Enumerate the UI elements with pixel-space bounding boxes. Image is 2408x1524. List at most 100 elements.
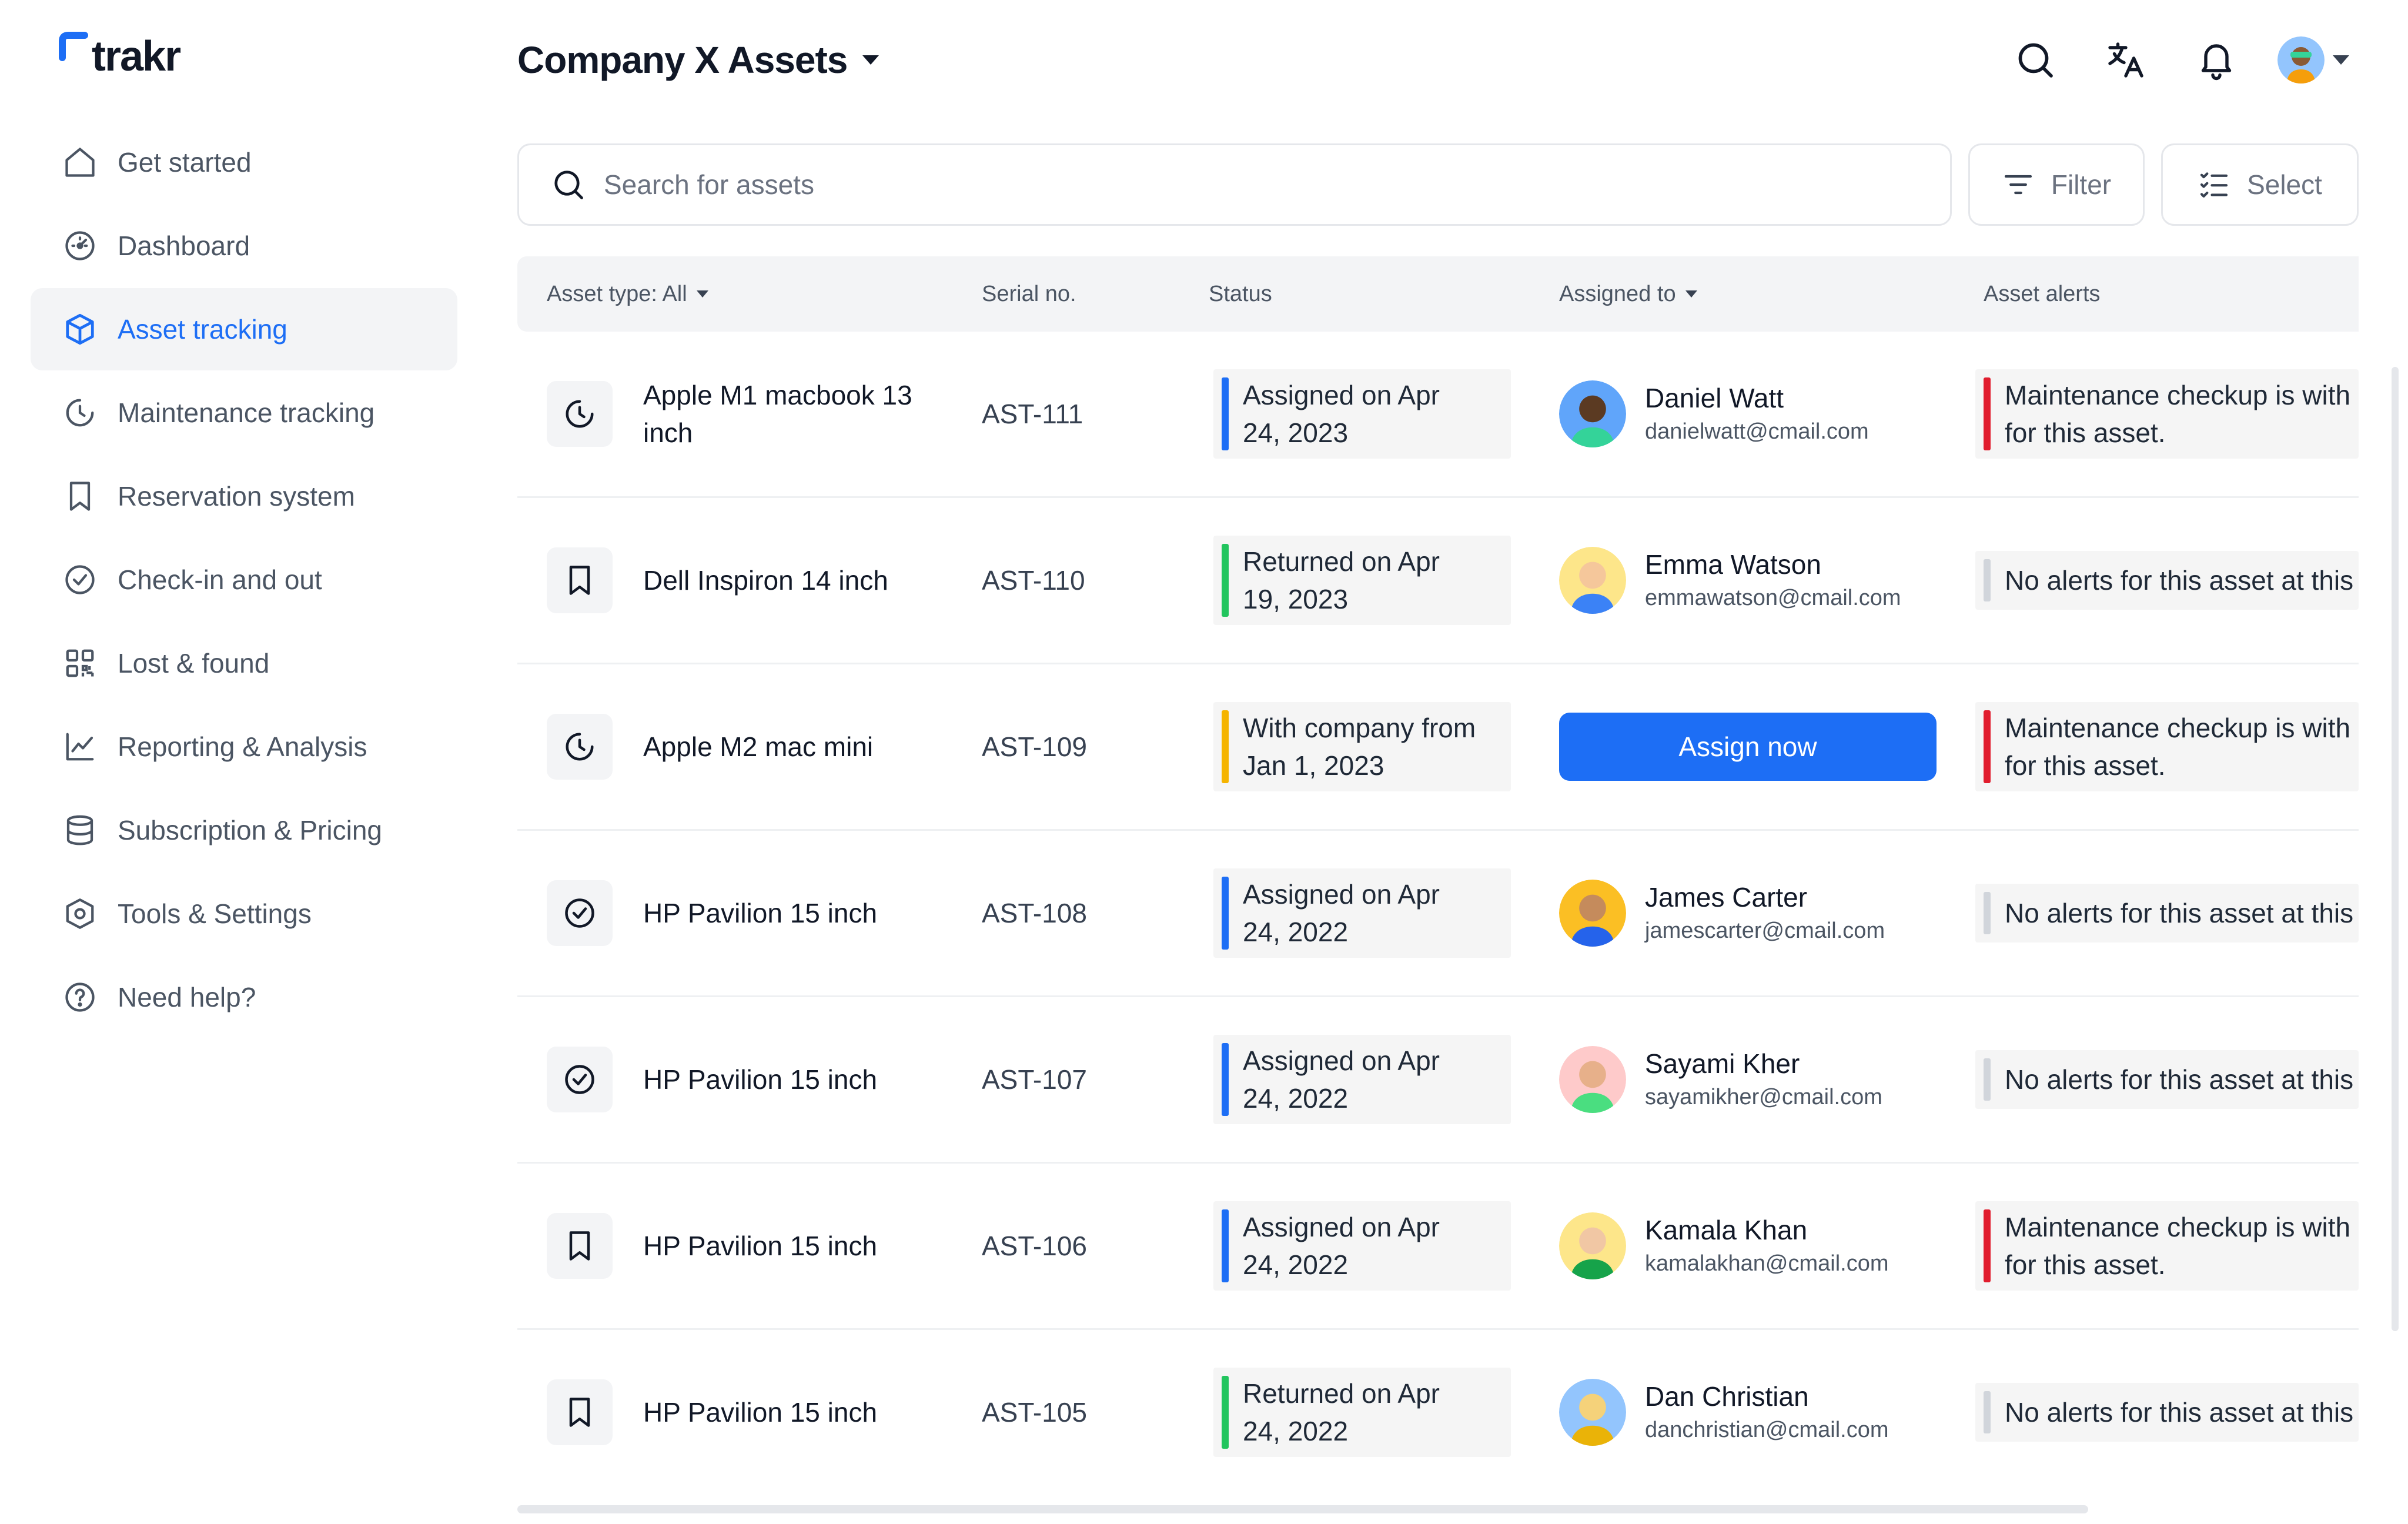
assignee[interactable]: James Carter jamescarter@cmail.com [1559,880,1885,947]
sidebar-item-need-help[interactable]: Need help? [31,956,457,1038]
user-menu[interactable] [2277,36,2349,83]
status-text: Assigned on Apr 24, 2022 [1243,1045,1440,1114]
sidebar-item-asset-tracking[interactable]: Asset tracking [31,288,457,370]
asset-type-badge[interactable] [547,547,613,613]
checklist-icon [2200,172,2228,198]
assignee-email: danielwatt@cmail.com [1645,419,1869,444]
vertical-scrollbar[interactable] [2392,367,2399,1331]
asset-name[interactable]: Dell Inspiron 14 inch [643,562,937,599]
assignee-email: jamescarter@cmail.com [1645,918,1885,943]
assignee[interactable]: Kamala Khan kamalakhan@cmail.com [1559,1212,1889,1279]
translate-button[interactable] [2096,31,2155,89]
asset-cell: Apple M1 macbook 13 inch [547,332,937,496]
search-box[interactable] [517,143,1952,226]
serial-cell: AST-110 [982,498,1085,663]
assignee-email: emmawatson@cmail.com [1645,586,1901,610]
workspace-switcher[interactable]: Company X Assets [517,35,879,85]
asset-name[interactable]: HP Pavilion 15 inch [643,1227,937,1265]
status-indicator [1222,544,1229,617]
table-row[interactable]: HP Pavilion 15 inch AST-108 Assigned on … [517,831,2359,997]
sidebar-item-label: Lost & found [118,648,270,679]
asset-name[interactable]: HP Pavilion 15 inch [643,1061,937,1098]
sidebar-item-tools-settings[interactable]: Tools & Settings [31,873,457,955]
sidebar-item-get-started[interactable]: Get started [31,121,457,203]
status-indicator [1222,1043,1229,1116]
sidebar-item-label: Reservation system [118,481,355,512]
table-row[interactable]: HP Pavilion 15 inch AST-106 Assigned on … [517,1164,2359,1330]
alert-cell: No alerts for this asset at this [1975,831,2359,995]
assignee[interactable]: Sayami Kher sayamikher@cmail.com [1559,1046,1882,1113]
asset-name[interactable]: HP Pavilion 15 inch [643,1393,937,1431]
bell-icon [2201,44,2232,81]
assignee[interactable]: Emma Watson emmawatson@cmail.com [1559,547,1901,614]
column-header-serial-label: Serial no. [982,281,1076,306]
assign-now-button[interactable]: Assign now [1559,713,1937,781]
sidebar-item-reporting[interactable]: Reporting & Analysis [31,706,457,788]
assignee[interactable]: Dan Christian danchristian@cmail.com [1559,1379,1889,1446]
assignee-email: sayamikher@cmail.com [1645,1085,1882,1109]
sidebar-item-dashboard[interactable]: Dashboard [31,205,457,287]
select-button[interactable]: Select [2161,143,2359,226]
status-cell: Assigned on Apr 24, 2022 [1213,831,1511,995]
sidebar-item-check-in-out[interactable]: Check-in and out [31,539,457,621]
asset-type-badge[interactable] [547,1379,613,1445]
sidebar-item-maintenance-tracking[interactable]: Maintenance tracking [31,372,457,454]
assigned-cell: Daniel Watt danielwatt@cmail.com [1559,332,1869,496]
table-row[interactable]: Apple M1 macbook 13 inch AST-111 Assigne… [517,332,2359,498]
status-badge: Returned on Apr 19, 2023 [1213,536,1511,625]
gauge-icon [65,231,95,260]
alert-badge: No alerts for this asset at this [1975,551,2359,610]
assignee-name: Emma Watson [1645,549,1821,580]
alert-text: No alerts for this asset at this [2005,1064,2354,1095]
alert-badge: No alerts for this asset at this [1975,884,2359,943]
asset-type-badge[interactable] [547,714,613,780]
sidebar-item-lost-found[interactable]: Lost & found [31,622,457,704]
alert-indicator [1984,559,1991,601]
status-text: Returned on Apr 19, 2023 [1243,546,1440,614]
check-circle-icon [565,898,594,928]
page-title: Company X Assets [517,39,848,81]
alert-cell: No alerts for this asset at this [1975,1330,2359,1495]
header-search-button[interactable] [2006,31,2065,89]
asset-name[interactable]: Apple M2 mac mini [643,728,937,766]
asset-type-badge[interactable] [547,1047,613,1112]
qr-code-icon [66,649,94,677]
status-badge: Assigned on Apr 24, 2023 [1213,369,1511,459]
search-input[interactable] [604,169,1897,200]
table-row[interactable]: HP Pavilion 15 inch AST-107 Assigned on … [517,997,2359,1164]
asset-type-badge[interactable] [547,381,613,447]
user-avatar [2277,36,2325,83]
asset-type-badge[interactable] [547,1213,613,1279]
assignee-name: Kamala Khan [1645,1215,1808,1245]
status-cell: With company from Jan 1, 2023 [1213,664,1511,829]
bookmark-icon [569,566,590,595]
asset-type-badge[interactable] [547,880,613,946]
table-row[interactable]: HP Pavilion 15 inch AST-105 Returned on … [517,1330,2359,1496]
notifications-button[interactable] [2187,31,2246,89]
asset-type-filter[interactable]: Asset type: All [547,256,708,332]
translate-icon [2108,42,2143,78]
column-header-alerts: Asset alerts [1984,256,2101,332]
bookmark-icon [69,482,91,511]
sidebar-item-reservation-system[interactable]: Reservation system [31,455,457,537]
column-header-status-label: Status [1209,281,1272,306]
trakr-logo[interactable]: trakr [59,32,181,78]
alert-badge: No alerts for this asset at this [1975,1050,2359,1109]
status-text: With company from Jan 1, 2023 [1243,713,1476,781]
status-indicator [1222,710,1229,783]
assignee-email: kamalakhan@cmail.com [1645,1251,1889,1276]
asset-name[interactable]: Apple M1 macbook 13 inch [643,376,937,452]
table-row[interactable]: Apple M2 mac mini AST-109 With company f… [517,664,2359,831]
assigned-to-filter[interactable]: Assigned to [1559,256,1697,332]
asset-name[interactable]: HP Pavilion 15 inch [643,894,937,932]
alert-cell: No alerts for this asset at this [1975,498,2359,663]
assignee[interactable]: Daniel Watt danielwatt@cmail.com [1559,380,1869,447]
filter-button[interactable]: Filter [1968,143,2145,226]
avatar [1559,380,1626,447]
table-row[interactable]: Dell Inspiron 14 inch AST-110 Returned o… [517,498,2359,664]
alert-indicator [1984,892,1991,934]
assignee-name: Daniel Watt [1645,383,1784,413]
horizontal-scrollbar[interactable] [517,1505,2088,1513]
sidebar-item-subscription[interactable]: Subscription & Pricing [31,789,457,871]
home-icon [65,148,95,177]
